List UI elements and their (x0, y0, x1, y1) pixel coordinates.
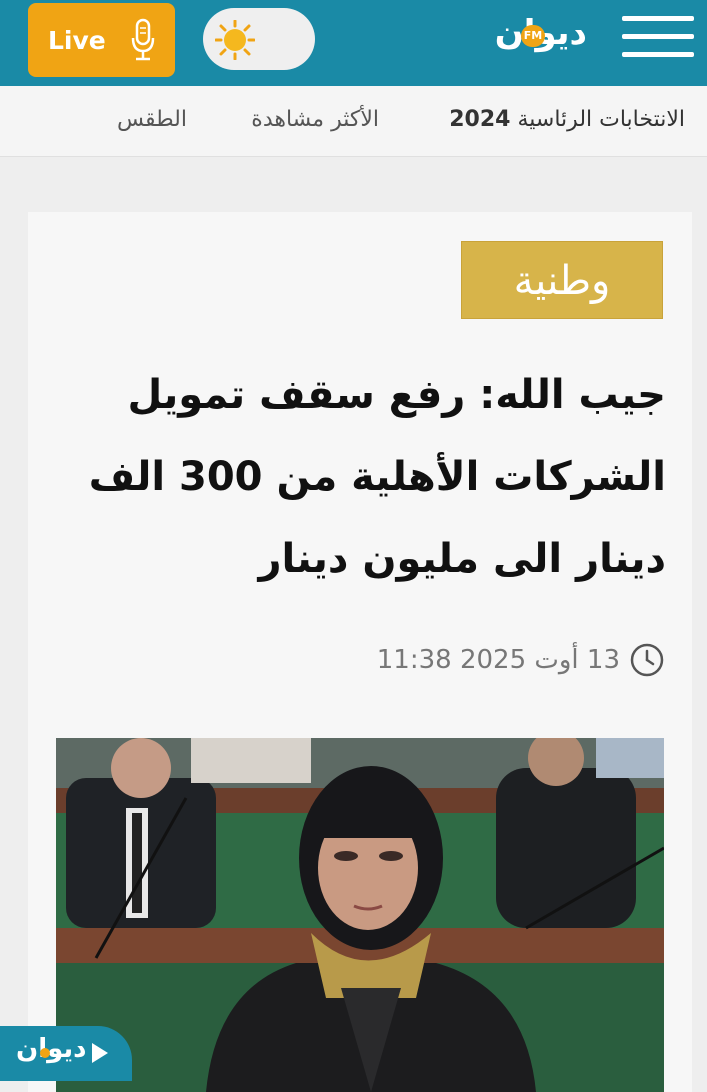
live-label: Live (48, 25, 106, 55)
article-card: وطنية جيب الله: رفع سقف تمويل الشركات ال… (28, 212, 692, 1092)
clock-icon (630, 643, 664, 677)
article-image[interactable] (56, 738, 664, 1092)
hamburger-menu-icon[interactable] (622, 16, 694, 66)
article-headline: جيب الله: رفع سقف تمويل الشركات الأهلية … (88, 354, 666, 600)
theme-toggle[interactable] (203, 8, 315, 70)
live-button[interactable]: Live (28, 3, 175, 77)
nav-item-most-viewed[interactable]: الأكثر مشاهدة (251, 107, 379, 132)
nav-item-weather-label: الطقس (116, 107, 187, 132)
sun-icon (215, 20, 255, 60)
player-logo-dot (40, 1048, 50, 1058)
category-badge[interactable]: وطنية (461, 241, 663, 319)
headline-line: جيب الله: رفع سقف تمويل (127, 372, 666, 418)
site-logo[interactable]: ديوان FM (455, 5, 593, 75)
player-logo-text: ديوان (16, 1034, 87, 1064)
headline-line: دينار الى مليون دينار (258, 536, 666, 582)
top-header: Live ديوان FM (0, 0, 707, 86)
nav-item-elections-year: 2024 (449, 107, 511, 132)
floating-radio-player[interactable]: ديوان (0, 1026, 132, 1081)
nav-item-most-viewed-label: الأكثر مشاهدة (251, 107, 379, 132)
nav-item-weather[interactable]: الطقس (117, 107, 187, 132)
article-meta: 13 أوت 2025 11:38 (377, 640, 664, 680)
news-photo-icon (56, 738, 664, 1092)
headline-line: الشركات الأهلية من 300 الف (88, 454, 666, 500)
logo-fm-badge: FM (521, 25, 545, 47)
nav-item-elections-label: الانتخابات الرئاسية (517, 107, 685, 132)
microphone-icon (131, 18, 155, 61)
play-icon[interactable] (92, 1043, 108, 1063)
publish-date: 13 أوت 2025 11:38 (376, 645, 620, 675)
category-nav: الانتخابات الرئاسية 2024 الأكثر مشاهدة ا… (0, 86, 707, 157)
nav-item-elections[interactable]: الانتخابات الرئاسية 2024 (449, 107, 685, 132)
